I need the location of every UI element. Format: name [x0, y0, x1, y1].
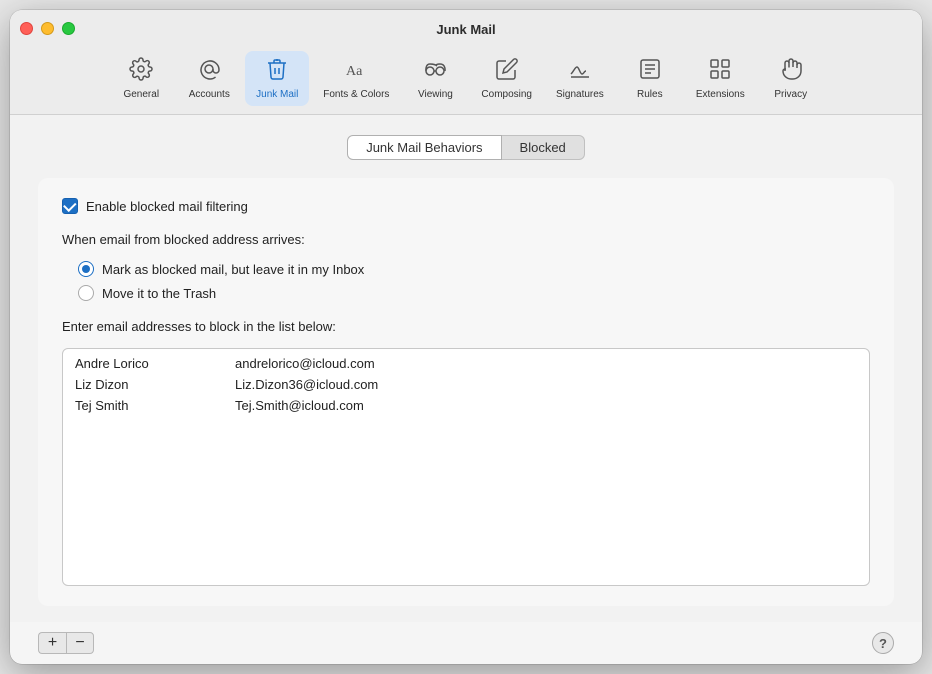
toolbar-item-composing[interactable]: Composing: [471, 51, 542, 106]
list-item-name: Liz Dizon: [75, 377, 235, 392]
list-item[interactable]: Andre Lorico andrelorico@icloud.com: [63, 353, 869, 374]
radio-move-trash[interactable]: Move it to the Trash: [78, 285, 870, 301]
toolbar-item-general-label: General: [123, 89, 159, 100]
svg-text:Aa: Aa: [346, 64, 363, 79]
junk-mail-icon: [265, 57, 289, 85]
toolbar-item-accounts[interactable]: Accounts: [177, 51, 241, 106]
enable-filtering-checkbox[interactable]: [62, 198, 78, 214]
tab-bar: Junk Mail Behaviors Blocked: [38, 135, 894, 160]
radio-mark-blocked-label: Mark as blocked mail, but leave it in my…: [102, 262, 364, 277]
list-item-email: Tej.Smith@icloud.com: [235, 398, 857, 413]
tab-blocked[interactable]: Blocked: [502, 135, 585, 160]
minimize-button[interactable]: [41, 22, 54, 35]
toolbar-item-fonts-colors-label: Fonts & Colors: [323, 89, 389, 100]
toolbar-item-junk-mail[interactable]: Junk Mail: [245, 51, 309, 106]
radio-move-trash-button[interactable]: [78, 285, 94, 301]
rules-icon: [638, 57, 662, 85]
toolbar-item-junk-mail-label: Junk Mail: [256, 89, 298, 100]
compose-icon: [495, 57, 519, 85]
toolbar-item-viewing[interactable]: Viewing: [403, 51, 467, 106]
add-button[interactable]: +: [38, 632, 66, 654]
content-area: Junk Mail Behaviors Blocked Enable block…: [10, 115, 922, 622]
settings-panel: Enable blocked mail filtering When email…: [38, 178, 894, 606]
gear-icon: [129, 57, 153, 85]
add-remove-group: + −: [38, 632, 94, 654]
help-button[interactable]: ?: [872, 632, 894, 654]
tab-junk-mail-behaviors[interactable]: Junk Mail Behaviors: [347, 135, 501, 160]
toolbar-item-extensions[interactable]: Extensions: [686, 51, 755, 106]
toolbar-item-fonts-colors[interactable]: Aa Fonts & Colors: [313, 51, 399, 106]
toolbar-item-privacy[interactable]: Privacy: [759, 51, 823, 106]
remove-button[interactable]: −: [66, 632, 94, 654]
toolbar-item-composing-label: Composing: [481, 89, 532, 100]
toolbar-item-rules-label: Rules: [637, 89, 663, 100]
enable-filtering-row: Enable blocked mail filtering: [62, 198, 870, 214]
toolbar: General Accounts: [109, 47, 822, 114]
glasses-icon: [423, 57, 447, 85]
toolbar-item-rules[interactable]: Rules: [618, 51, 682, 106]
radio-group: Mark as blocked mail, but leave it in my…: [78, 261, 870, 301]
enable-filtering-label: Enable blocked mail filtering: [86, 199, 248, 214]
list-item[interactable]: Liz Dizon Liz.Dizon36@icloud.com: [63, 374, 869, 395]
extensions-icon: [708, 57, 732, 85]
titlebar: Junk Mail General: [10, 10, 922, 115]
list-section-label: Enter email addresses to block in the li…: [62, 319, 870, 334]
radio-mark-blocked-inner: [82, 265, 90, 273]
list-item-name: Andre Lorico: [75, 356, 235, 371]
fonts-icon: Aa: [344, 57, 368, 85]
list-item[interactable]: Tej Smith Tej.Smith@icloud.com: [63, 395, 869, 416]
when-email-arrives-label: When email from blocked address arrives:: [62, 232, 870, 247]
signature-icon: [568, 57, 592, 85]
close-button[interactable]: [20, 22, 33, 35]
blocked-address-list[interactable]: Andre Lorico andrelorico@icloud.com Liz …: [62, 348, 870, 586]
list-item-email: andrelorico@icloud.com: [235, 356, 857, 371]
radio-mark-blocked-button[interactable]: [78, 261, 94, 277]
toolbar-item-signatures[interactable]: Signatures: [546, 51, 614, 106]
at-icon: [197, 57, 221, 85]
window-title: Junk Mail: [436, 22, 495, 37]
toolbar-item-extensions-label: Extensions: [696, 89, 745, 100]
radio-move-trash-label: Move it to the Trash: [102, 286, 216, 301]
main-window: Junk Mail General: [10, 10, 922, 664]
toolbar-item-signatures-label: Signatures: [556, 89, 604, 100]
toolbar-item-general[interactable]: General: [109, 51, 173, 106]
toolbar-item-accounts-label: Accounts: [189, 89, 230, 100]
hand-icon: [779, 57, 803, 85]
toolbar-item-viewing-label: Viewing: [418, 89, 453, 100]
radio-mark-blocked[interactable]: Mark as blocked mail, but leave it in my…: [78, 261, 870, 277]
list-item-name: Tej Smith: [75, 398, 235, 413]
list-item-email: Liz.Dizon36@icloud.com: [235, 377, 857, 392]
maximize-button[interactable]: [62, 22, 75, 35]
bottom-bar: + − ?: [10, 622, 922, 664]
toolbar-item-privacy-label: Privacy: [774, 89, 807, 100]
traffic-lights: [20, 22, 75, 35]
